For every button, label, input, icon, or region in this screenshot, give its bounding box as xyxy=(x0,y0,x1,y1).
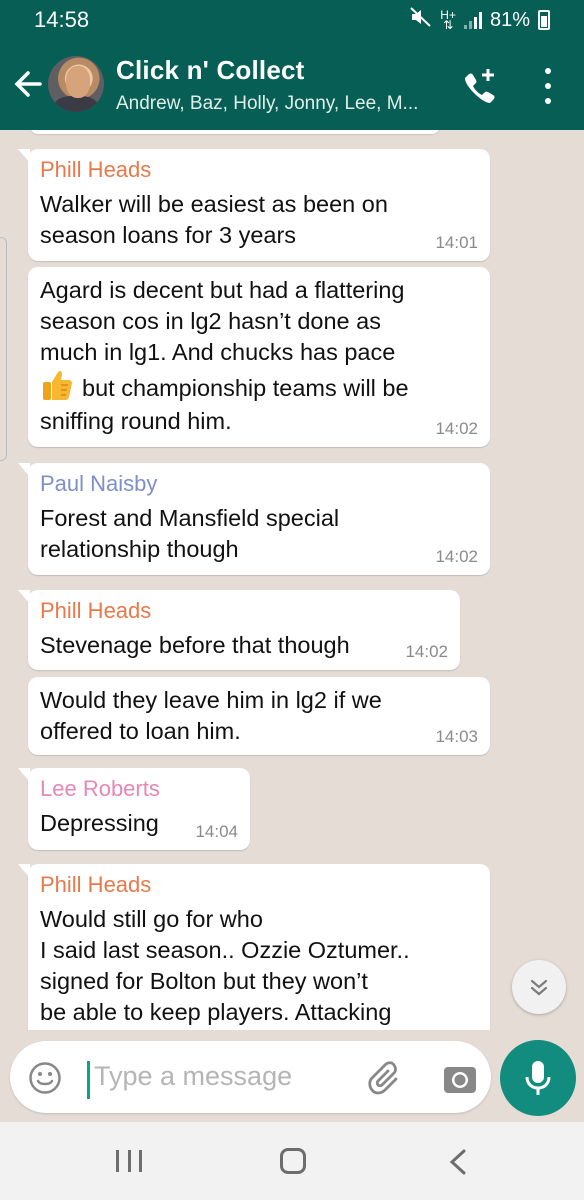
message-line: offered to loan him. xyxy=(40,718,241,744)
message-time: 14:02 xyxy=(405,642,448,661)
message-bubble[interactable]: Lee Roberts Depressing 14:04 xyxy=(18,768,250,850)
message-sender: Phill Heads xyxy=(40,157,152,182)
message-input[interactable]: Type a message xyxy=(94,1061,292,1092)
chat-header: Click n' Collect Andrew, Baz, Holly, Jon… xyxy=(0,40,584,130)
message-bubble[interactable]: Phill Heads Would still go for who I sai… xyxy=(18,864,490,1030)
message-bubble[interactable]: Phill Heads Walker will be easiest as be… xyxy=(18,149,490,261)
status-icons: H+ ⇅ 81% xyxy=(410,7,550,33)
chat-title[interactable]: Click n' Collect xyxy=(116,55,305,86)
status-bar: 14:58 H+ ⇅ 81% xyxy=(0,0,584,40)
battery-percent: 81% xyxy=(489,8,530,31)
mute-icon xyxy=(410,7,432,33)
message-line: Forest and Mansfield special xyxy=(40,505,340,531)
message-line: Would they leave him in lg2 if we xyxy=(40,687,382,713)
group-avatar[interactable] xyxy=(48,56,104,112)
overflow-menu-icon[interactable] xyxy=(538,68,558,104)
back-arrow-icon[interactable] xyxy=(12,64,44,104)
system-nav-bar xyxy=(0,1122,584,1200)
edge-panel-handle[interactable] xyxy=(0,237,7,461)
message-list[interactable]: Phill Heads Walker will be easiest as be… xyxy=(0,130,584,1030)
message-line: be able to keep players. Attacking xyxy=(40,999,392,1025)
message-bubble[interactable]: Agard is decent but had a flattering sea… xyxy=(28,267,490,447)
message-time: 14:03 xyxy=(435,727,478,746)
message-time: 14:02 xyxy=(435,419,478,438)
data-arrows-icon: H+ ⇅ xyxy=(440,8,456,32)
text-cursor xyxy=(87,1061,90,1099)
message-sender: Lee Roberts xyxy=(40,776,160,801)
nav-back-icon[interactable] xyxy=(446,1148,470,1176)
message-time: 14:01 xyxy=(435,233,478,252)
message-input-bar[interactable]: Type a message xyxy=(10,1041,491,1113)
message-line: much in lg1. And chucks has pace xyxy=(40,339,396,365)
home-icon[interactable] xyxy=(280,1148,306,1174)
battery-icon xyxy=(538,10,550,30)
message-text: Would still go for who I said last seaso… xyxy=(40,904,478,1028)
add-call-icon[interactable] xyxy=(460,67,500,107)
camera-icon[interactable] xyxy=(438,1059,482,1099)
message-bubble[interactable]: Phill Heads Stevenage before that though… xyxy=(18,590,460,670)
message-line: season cos in lg2 hasn’t done as xyxy=(40,308,381,334)
message-sender: Phill Heads xyxy=(40,598,152,623)
message-line: season loans for 3 years xyxy=(40,222,297,248)
message-line: Walker will be easiest as been on xyxy=(40,191,388,217)
message-line: Would still go for who xyxy=(40,906,263,932)
emoji-icon[interactable] xyxy=(28,1061,62,1095)
message-line: I said last season.. Ozzie Oztumer.. xyxy=(40,937,410,963)
message-line: but championship teams will be xyxy=(40,368,478,408)
message-bubble[interactable]: Would they leave him in lg2 if we offere… xyxy=(28,677,490,755)
message-line: relationship though xyxy=(40,536,239,562)
thumbs-up-emoji-icon xyxy=(40,368,74,402)
message-line: Agard is decent but had a flattering xyxy=(40,277,405,303)
chat-participants[interactable]: Andrew, Baz, Holly, Jonny, Lee, M... xyxy=(116,93,418,115)
message-text: Walker will be easiest as been on season… xyxy=(40,189,478,251)
message-text: Agard is decent but had a flattering sea… xyxy=(40,275,478,437)
status-time: 14:58 xyxy=(34,7,90,32)
scroll-down-icon[interactable] xyxy=(512,960,566,1014)
message-line: Stevenage before that though xyxy=(40,632,350,658)
signal-icon xyxy=(463,11,482,29)
message-text: Forest and Mansfield special relationshi… xyxy=(40,503,478,565)
message-text: Stevenage before that though xyxy=(40,630,448,661)
message-time: 14:04 xyxy=(195,822,238,841)
mic-icon[interactable] xyxy=(500,1040,576,1116)
message-line: signed for Bolton but they won’t xyxy=(40,968,368,994)
message-sender: Phill Heads xyxy=(40,872,152,897)
message-time: 14:02 xyxy=(435,547,478,566)
recents-icon[interactable] xyxy=(116,1150,142,1172)
message-line: sniffing round him. xyxy=(40,408,232,434)
message-bubble[interactable]: Paul Naisby Forest and Mansfield special… xyxy=(18,463,490,575)
message-sender: Paul Naisby xyxy=(40,471,158,496)
attach-icon[interactable] xyxy=(366,1059,406,1099)
message-text: Would they leave him in lg2 if we offere… xyxy=(40,685,478,747)
previous-message-bubble xyxy=(30,130,440,134)
